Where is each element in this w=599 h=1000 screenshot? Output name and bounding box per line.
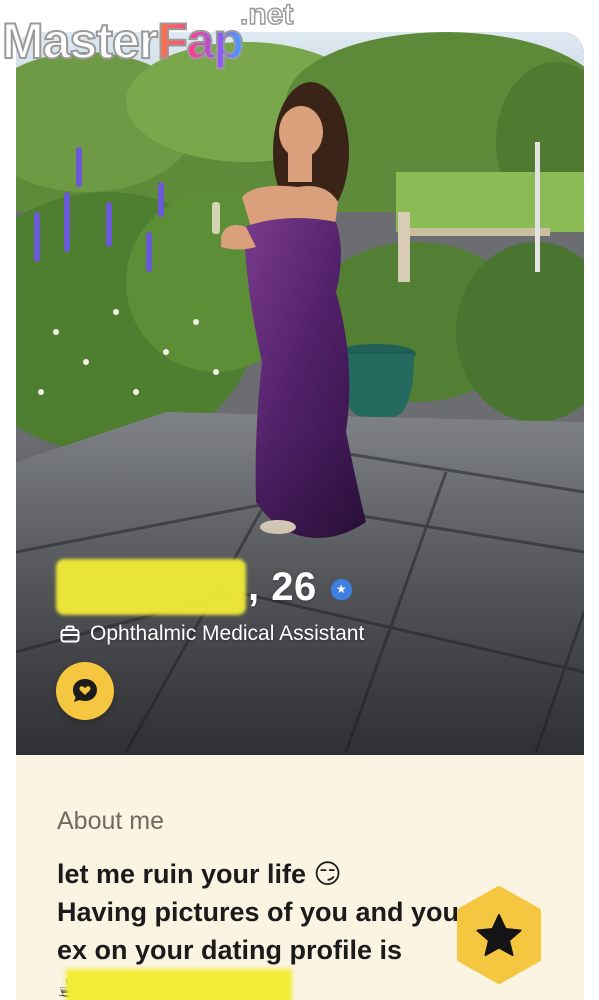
profile-photo[interactable]: , 26 ★ Ophthalmic Medical Assistant xyxy=(16,32,584,755)
about-heading: About me xyxy=(57,807,165,835)
profile-age: , 26 xyxy=(248,564,317,609)
job-title: Ophthalmic Medical Assistant xyxy=(90,622,365,645)
bio-redaction xyxy=(66,969,292,1000)
superswipe-button[interactable] xyxy=(452,885,546,985)
photo-scene xyxy=(16,32,584,755)
watermark-tld: .net xyxy=(239,0,294,32)
compliment-button[interactable] xyxy=(56,662,114,720)
name-age-row: , 26 ★ xyxy=(56,557,352,617)
profile-card[interactable]: , 26 ★ Ophthalmic Medical Assistant Abou… xyxy=(16,32,584,1000)
verified-badge-icon[interactable]: ★ xyxy=(330,578,352,600)
chat-heart-icon xyxy=(73,679,97,702)
site-watermark: MasterFap .net xyxy=(0,0,310,80)
star-icon xyxy=(457,886,541,984)
briefcase-icon xyxy=(60,625,80,643)
name-redaction xyxy=(56,559,246,615)
job-row: Ophthalmic Medical Assistant xyxy=(60,622,364,646)
watermark-logo: MasterFap xyxy=(1,12,245,70)
